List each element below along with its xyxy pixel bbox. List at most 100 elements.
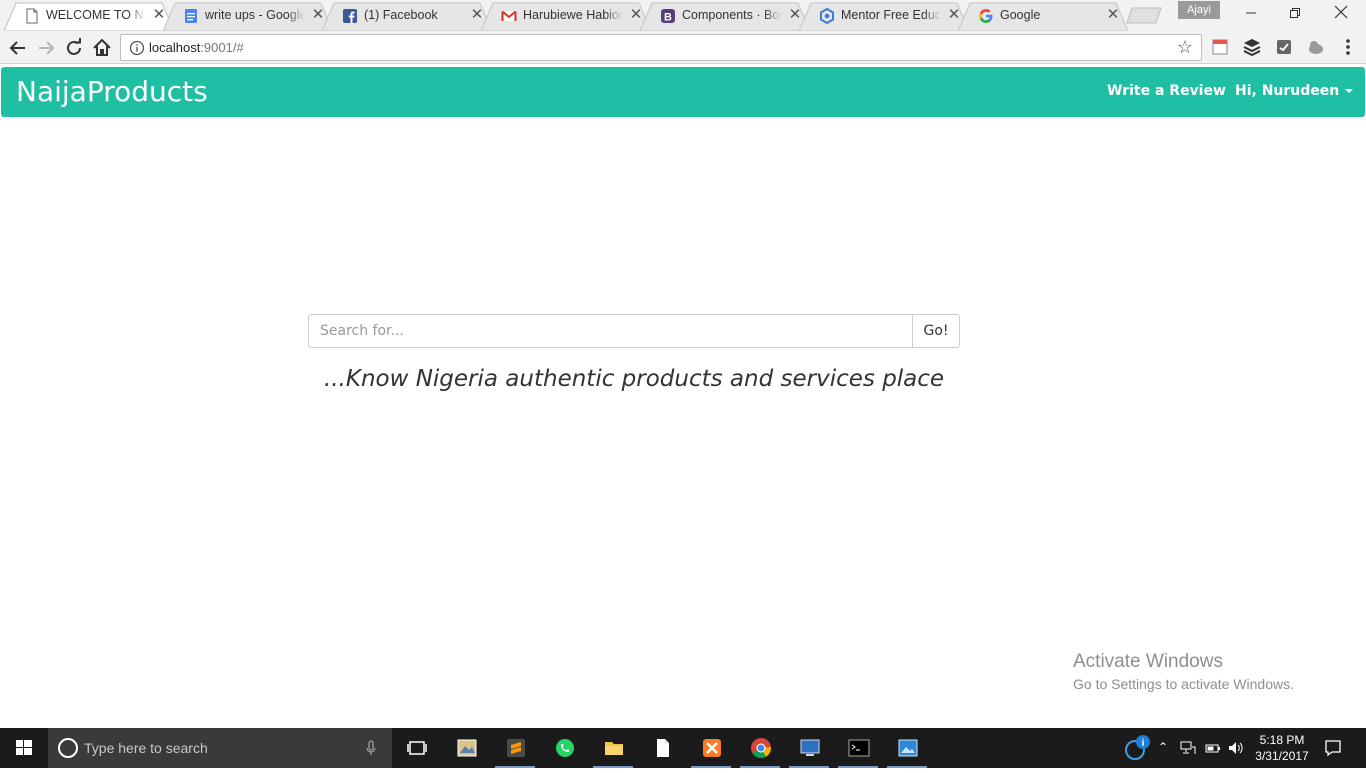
tab-title: WELCOME TO NAIJAPRODUCTS bbox=[46, 8, 146, 22]
tab-title: Components · Bootstrap bbox=[682, 8, 782, 22]
start-button[interactable] bbox=[0, 728, 48, 768]
user-greeting: Hi, Nurudeen bbox=[1235, 83, 1340, 99]
microphone-icon[interactable] bbox=[366, 740, 376, 756]
app-navbar: NaijaProducts Write a Review Hi, Nurudee… bbox=[1, 67, 1365, 117]
notification-badge-icon[interactable]: i bbox=[1122, 733, 1152, 763]
taskbar-app[interactable] bbox=[540, 728, 588, 768]
go-button[interactable]: Go! bbox=[912, 314, 960, 348]
write-review-link[interactable]: Write a Review bbox=[1107, 83, 1226, 99]
command-prompt-icon bbox=[848, 739, 870, 757]
windows-logo-icon bbox=[16, 740, 32, 755]
bootstrap-icon: B bbox=[661, 9, 675, 24]
taskbar-search-box[interactable]: Type here to search bbox=[48, 728, 392, 768]
tagline: ...Know Nigeria authentic products and s… bbox=[323, 366, 945, 392]
task-view-button[interactable] bbox=[392, 728, 440, 768]
info-icon[interactable] bbox=[129, 40, 145, 56]
tab-title: Harubiewe Habiodun bbox=[523, 8, 623, 22]
browser-tabstrip: WELCOME TO NAIJAPRODUCTS ✕ write ups - G… bbox=[0, 0, 1366, 31]
volume-icon[interactable] bbox=[1228, 741, 1244, 755]
sublime-text-icon bbox=[507, 739, 525, 757]
extension-cloud-icon[interactable] bbox=[1306, 37, 1326, 57]
taskbar-app[interactable] bbox=[785, 728, 833, 768]
tab-title: write ups - Google Docs bbox=[205, 8, 305, 22]
battery-icon[interactable] bbox=[1204, 741, 1222, 755]
browser-tab[interactable]: write ups - Google Docs ✕ bbox=[163, 2, 333, 31]
menu-kebab-icon[interactable] bbox=[1338, 37, 1358, 57]
clock-time: 5:18 PM bbox=[1259, 733, 1305, 747]
taskbar-app[interactable] bbox=[736, 728, 784, 768]
extension-note-icon[interactable] bbox=[1210, 37, 1230, 57]
taskbar-search-placeholder: Type here to search bbox=[84, 740, 208, 756]
taskbar-app[interactable] bbox=[638, 728, 686, 768]
tab-title: Google bbox=[1000, 8, 1041, 22]
search-input[interactable] bbox=[308, 314, 913, 348]
tab-title: Mentor Free Education bbox=[841, 8, 941, 22]
browser-tab[interactable]: WELCOME TO NAIJAPRODUCTS ✕ bbox=[4, 2, 174, 31]
restore-button[interactable] bbox=[1272, 0, 1318, 28]
task-view-icon bbox=[407, 741, 427, 755]
browser-tab[interactable]: Harubiewe Habiodun ✕ bbox=[481, 2, 651, 31]
google-docs-icon bbox=[185, 9, 197, 23]
forward-arrow-icon[interactable] bbox=[34, 36, 58, 60]
browser-toolbar: localhost:9001/# ☆ bbox=[0, 31, 1366, 64]
facebook-icon bbox=[343, 9, 357, 23]
close-icon bbox=[1334, 5, 1348, 19]
clock-date: 3/31/2017 bbox=[1255, 749, 1309, 763]
remote-desktop-icon bbox=[800, 739, 820, 756]
page-icon bbox=[26, 8, 38, 24]
watermark-title: Activate Windows bbox=[1073, 651, 1223, 672]
system-clock[interactable]: 5:18 PM 3/31/2017 bbox=[1252, 732, 1312, 764]
tab-close-icon[interactable]: ✕ bbox=[1104, 6, 1122, 24]
gmail-icon bbox=[501, 10, 517, 21]
picture-app-icon bbox=[457, 739, 477, 757]
url-host: localhost bbox=[149, 40, 201, 55]
user-menu-dropdown[interactable]: Hi, Nurudeen bbox=[1235, 83, 1354, 99]
taskbar-app[interactable] bbox=[687, 728, 735, 768]
browser-tab[interactable]: Mentor Free Education ✕ bbox=[799, 2, 969, 31]
url-rest: :9001/# bbox=[200, 40, 244, 55]
taskbar-app[interactable] bbox=[834, 728, 882, 768]
minimize-icon bbox=[1246, 12, 1256, 14]
chrome-icon bbox=[751, 738, 771, 759]
watermark-subtitle: Go to Settings to activate Windows. bbox=[1073, 676, 1294, 692]
url-text: localhost:9001/# bbox=[149, 40, 244, 55]
bookmark-star-icon[interactable]: ☆ bbox=[1175, 37, 1195, 57]
minimize-button[interactable] bbox=[1228, 0, 1274, 28]
new-tab-button[interactable] bbox=[1126, 7, 1162, 24]
document-icon bbox=[657, 739, 669, 757]
browser-tab[interactable]: (1) Facebook ✕ bbox=[322, 2, 492, 31]
cortana-icon bbox=[58, 738, 78, 758]
xampp-icon bbox=[703, 739, 721, 757]
file-explorer-icon bbox=[605, 742, 623, 755]
svg-text:i: i bbox=[1142, 738, 1145, 749]
windows-taskbar: Type here to search i ⌃ 5:18 PM 3/31/201… bbox=[0, 728, 1366, 768]
taskbar-app[interactable] bbox=[589, 728, 637, 768]
browser-tab[interactable]: Google ✕ bbox=[958, 2, 1128, 31]
search-group: Go! bbox=[308, 314, 960, 348]
network-icon[interactable] bbox=[1180, 741, 1196, 755]
back-arrow-icon[interactable] bbox=[6, 36, 30, 60]
taskbar-app[interactable] bbox=[491, 728, 539, 768]
google-icon bbox=[979, 9, 993, 23]
profile-badge[interactable]: Ajayi bbox=[1178, 1, 1220, 19]
whatsapp-icon bbox=[556, 739, 574, 757]
activate-windows-watermark: Activate Windows Go to Settings to activ… bbox=[1073, 651, 1294, 692]
address-bar[interactable]: localhost:9001/# ☆ bbox=[120, 34, 1202, 61]
svg-text:B: B bbox=[664, 12, 672, 24]
show-hidden-icons-chevron-icon[interactable]: ⌃ bbox=[1158, 740, 1168, 754]
restore-icon bbox=[1290, 8, 1300, 18]
extension-check-icon[interactable] bbox=[1274, 37, 1294, 57]
taskbar-app[interactable] bbox=[442, 728, 490, 768]
action-center-icon[interactable] bbox=[1324, 739, 1342, 757]
browser-tab[interactable]: B Components · Bootstrap ✕ bbox=[640, 2, 810, 31]
brand-logo[interactable]: NaijaProducts bbox=[16, 75, 208, 108]
taskbar-app[interactable] bbox=[883, 728, 931, 768]
tab-title: (1) Facebook bbox=[364, 8, 438, 22]
extension-layers-icon[interactable] bbox=[1242, 37, 1262, 57]
reload-icon[interactable] bbox=[62, 36, 86, 60]
home-icon[interactable] bbox=[90, 36, 114, 60]
close-window-button[interactable] bbox=[1318, 0, 1364, 28]
caret-down-icon bbox=[1345, 89, 1354, 93]
mentor-icon bbox=[820, 8, 834, 24]
photos-icon bbox=[898, 739, 918, 757]
